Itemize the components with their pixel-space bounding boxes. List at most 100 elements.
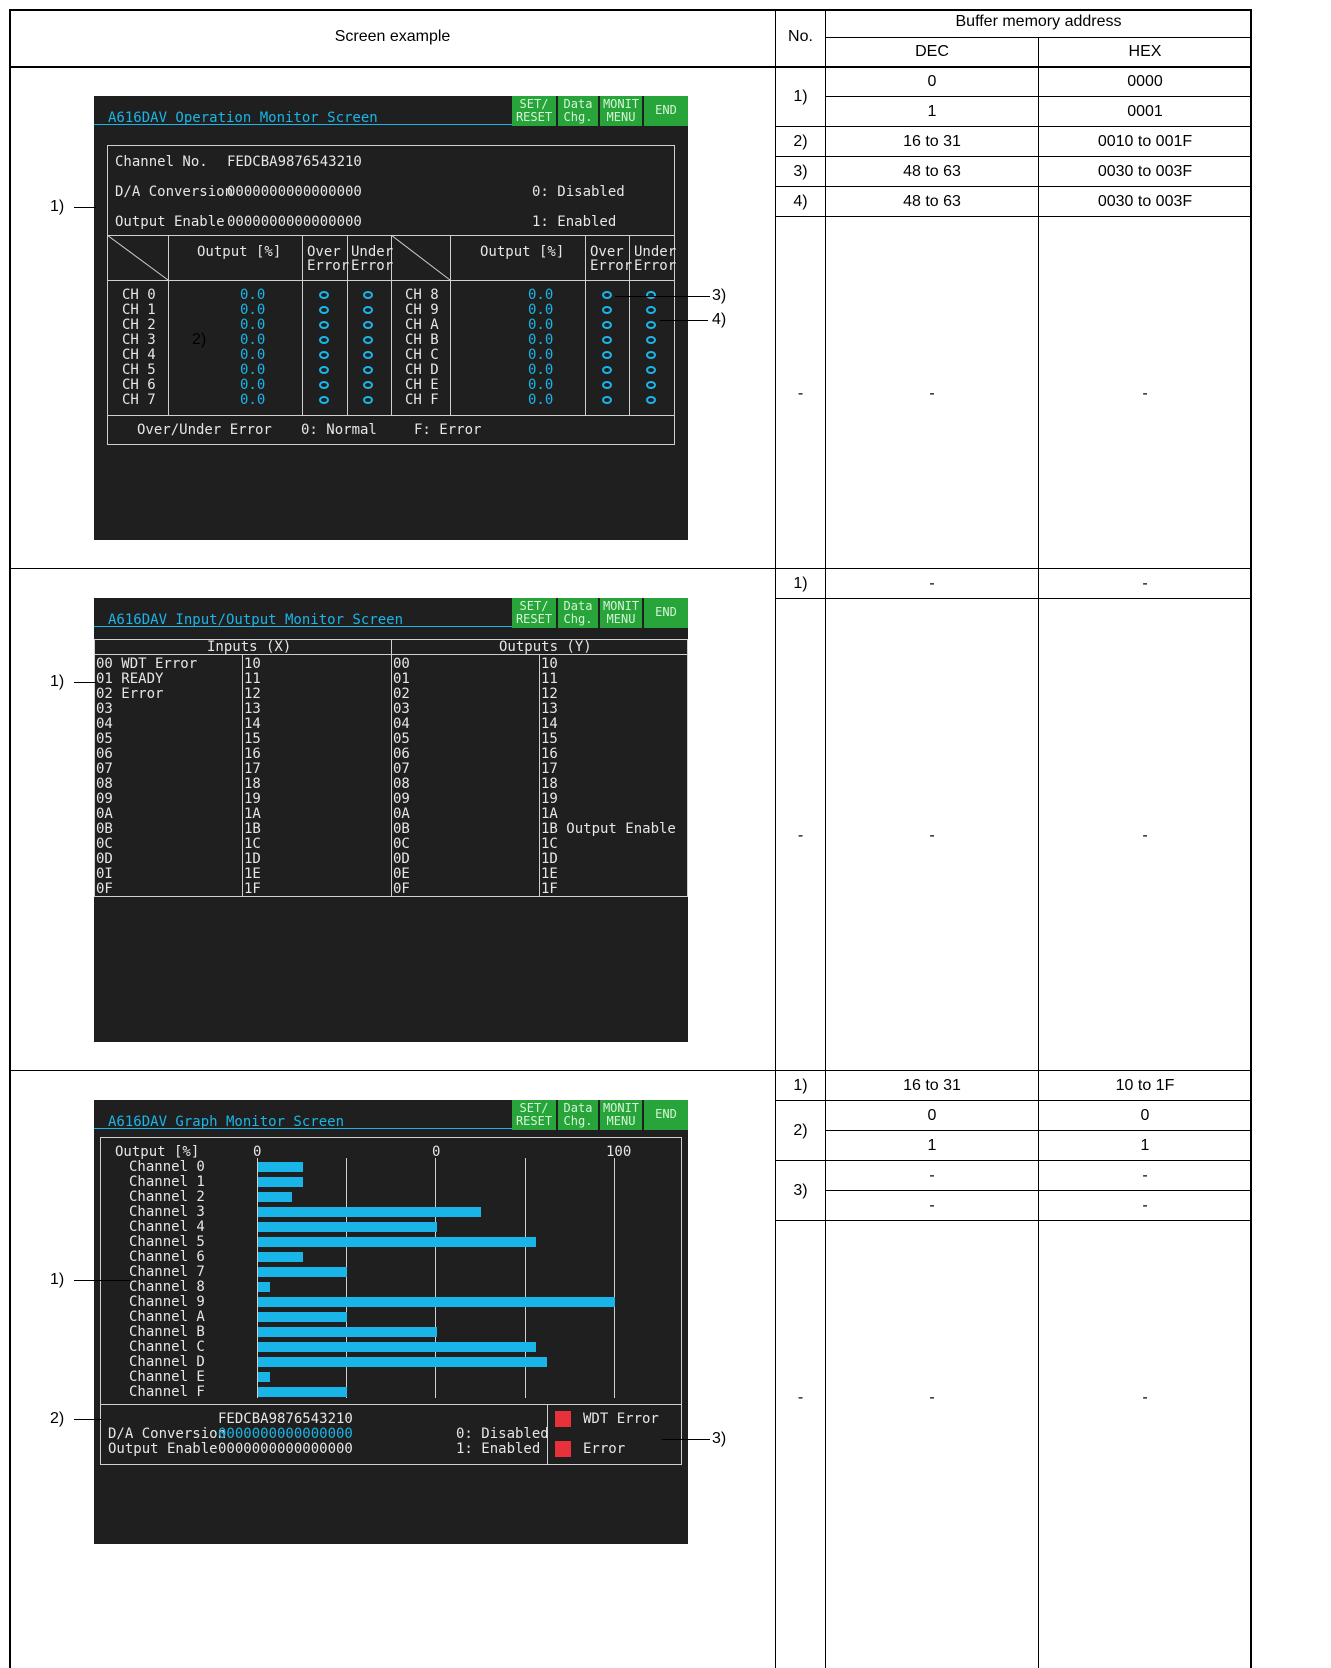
output-value: 0.0 [240,317,266,333]
end-button[interactable]: END [644,598,688,628]
s1-hex-4: 0030 to 003F [1097,193,1193,210]
status-circle-icon [646,396,656,404]
io-signal-row: 1C [244,836,261,852]
under-error-header: Under Error [634,244,677,274]
output-bar [258,1237,536,1247]
diagonal-cell [391,235,451,281]
io-signal-row: 01 READY [96,671,164,687]
end-button[interactable]: END [644,96,688,126]
s1-no-2: 2) [793,133,808,150]
io-signal-row: 15 [541,731,558,747]
s2-hex-1: - [1142,575,1148,592]
output-bar [258,1327,437,1337]
error-label: Error [583,1441,626,1457]
io-signal-row: 15 [244,731,261,747]
status-circle-icon [363,306,373,314]
s2-no-1: 1) [793,575,808,592]
output-bar [258,1252,303,1262]
s2-no-dash: - [797,827,804,844]
status-circle-icon [363,381,373,389]
s2-dec-1: - [929,575,935,592]
io-signal-row: 0I [96,866,113,882]
io-signal-row: 1D [244,851,261,867]
output-bar [258,1372,270,1382]
io-signal-row: 0F [96,881,113,897]
s1-hex-dash: - [1142,385,1148,402]
status-circle-icon [602,381,612,389]
io-signal-row: 1C [541,836,558,852]
channel-no-label: Channel No. [115,154,208,170]
status-circle-icon [646,381,656,389]
io-signal-row: 11 [244,671,261,687]
io-signal-row: 10 [244,656,261,672]
output-value: 0.0 [528,287,554,303]
monit-menu-button[interactable]: MONIT MENU [600,96,642,126]
io-monitor-screen: A616DAV Input/Output Monitor Screen SET/… [94,598,688,1042]
s1-no-1: 1) [793,88,808,105]
set-reset-button[interactable]: SET/ RESET [512,1100,556,1130]
s3-dec-3b: - [929,1197,935,1214]
over-error-header: Over Error [590,244,633,274]
s1-dec-3: 48 to 63 [903,163,961,180]
status-circle-icon [602,321,612,329]
status-circle-icon [363,351,373,359]
status-circle-icon [319,351,329,359]
channel-label: Channel 2 [129,1189,205,1205]
outputs-header: Outputs (Y) [499,639,592,655]
io-signal-row: 0F [393,881,410,897]
output-bar [258,1297,615,1307]
output-value: 0.0 [528,317,554,333]
title-underline [94,1128,512,1129]
set-reset-button[interactable]: SET/ RESET [512,598,556,628]
status-circle-icon [363,321,373,329]
io-signal-row: 05 [393,731,410,747]
s3-hex-2b: 1 [1140,1137,1150,1154]
channel-label: Channel D [129,1354,205,1370]
s1-hex-1a: 0000 [1127,73,1163,90]
io-signal-row: 02 [393,686,410,702]
io-signal-row: 0C [393,836,410,852]
monit-menu-button[interactable]: MONIT MENU [600,598,642,628]
da-conversion-value: 0000000000000000 [218,1426,353,1442]
io-signal-row: 0E [393,866,410,882]
status-circle-icon [319,291,329,299]
operation-monitor-screen: A616DAV Operation Monitor Screen SET/ RE… [94,96,688,540]
io-signal-row: 01 [393,671,410,687]
io-signal-row: 18 [541,776,558,792]
channel-label: CH 0 [122,287,156,303]
set-reset-button[interactable]: SET/ RESET [512,96,556,126]
io-signal-row: 16 [541,746,558,762]
end-button[interactable]: END [644,1100,688,1130]
channel-label: Channel 1 [129,1174,205,1190]
axis-tick-0: 0 [253,1144,262,1160]
data-chg-button[interactable]: Data Chg. [558,96,598,126]
data-chg-button[interactable]: Data Chg. [558,598,598,628]
io-signal-row: 06 [393,746,410,762]
channel-label: CH 5 [122,362,156,378]
io-signal-row: 1D [541,851,558,867]
normal-legend: 0: Normal [301,422,377,438]
status-circle-icon [646,291,656,299]
io-signal-row: 03 [96,701,113,717]
over-error-header: Over Error [307,244,350,274]
s1-no-dash: - [797,385,804,402]
status-circle-icon [602,336,612,344]
axis-tick-100: 100 [606,1144,632,1160]
status-circle-icon [319,336,329,344]
output-pct-header: Output [%] [197,244,282,260]
output-bar [258,1177,303,1187]
channel-label: CH 1 [122,302,156,318]
io-signal-row: 02 Error [96,686,164,702]
da-conversion-label: D/A Conversion [108,1426,227,1442]
io-signal-row: 13 [541,701,558,717]
channel-label: Channel A [129,1309,205,1325]
s3-hex-dash: - [1142,1389,1148,1406]
output-enable-value: 0000000000000000 [218,1441,353,1457]
output-enable-label: Output Enable [115,214,225,230]
output-bar [258,1267,347,1277]
wdt-error-label: WDT Error [583,1411,659,1427]
output-value: 0.0 [240,287,266,303]
io-signal-row: 08 [393,776,410,792]
monit-menu-button[interactable]: MONIT MENU [600,1100,642,1130]
data-chg-button[interactable]: Data Chg. [558,1100,598,1130]
